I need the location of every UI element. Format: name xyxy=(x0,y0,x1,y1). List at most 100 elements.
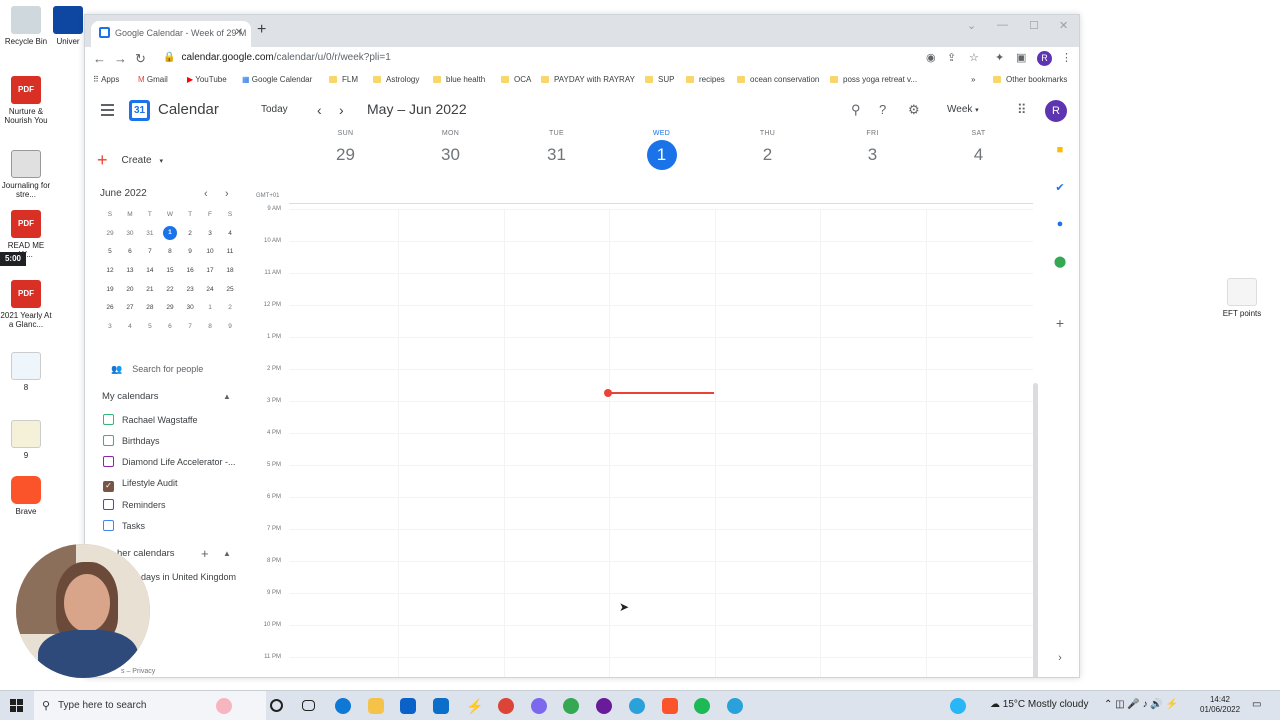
mini-day[interactable]: 29 xyxy=(160,298,180,317)
mini-day[interactable]: 7 xyxy=(180,317,200,336)
profile-avatar[interactable]: R xyxy=(1037,51,1052,66)
calendar-item[interactable]: ✓ Lifestyle Audit xyxy=(103,478,178,492)
add-addon-icon[interactable]: + xyxy=(1053,315,1067,331)
mini-day[interactable]: 18 xyxy=(220,261,240,280)
mini-day[interactable]: 3 xyxy=(200,224,220,243)
day-header[interactable]: THU 2 xyxy=(715,130,820,170)
widget-icon[interactable] xyxy=(216,698,232,714)
telegram-icon[interactable] xyxy=(727,698,743,714)
desktop-icon-recycle-bin[interactable]: Recycle Bin xyxy=(0,6,52,46)
bookmark-star-icon[interactable]: ☆ xyxy=(969,51,979,64)
maximize-button[interactable]: ☐ xyxy=(1029,19,1039,32)
mini-day[interactable]: 9 xyxy=(180,243,200,262)
bookmark-folder[interactable]: SUP xyxy=(645,75,674,84)
store-icon[interactable] xyxy=(400,698,416,714)
spotify-icon[interactable] xyxy=(694,698,710,714)
mini-day[interactable]: 8 xyxy=(200,317,220,336)
telegram-icon[interactable] xyxy=(629,698,645,714)
day-header-today[interactable]: WED 1 xyxy=(609,130,714,170)
account-avatar[interactable]: R xyxy=(1045,100,1067,122)
bookmarks-overflow-icon[interactable]: » xyxy=(971,75,975,84)
mini-day[interactable]: 24 xyxy=(200,280,220,299)
url-field[interactable]: 🔒 calendar.google.com/calendar/u/0/r/week… xyxy=(163,52,391,63)
bookmark-gmail[interactable]: M Gmail xyxy=(138,75,168,84)
chevron-up-icon[interactable]: ▲ xyxy=(223,549,231,558)
contacts-icon[interactable]: ● xyxy=(1053,218,1067,230)
close-tab-icon[interactable]: ✕ xyxy=(235,21,243,45)
mini-day[interactable]: 26 xyxy=(100,298,120,317)
mini-day[interactable]: 20 xyxy=(120,280,140,299)
more-menu-icon[interactable]: ⋮ xyxy=(1061,51,1072,64)
mini-day[interactable]: 30 xyxy=(120,224,140,243)
my-calendars-title[interactable]: My calendars xyxy=(102,391,159,402)
add-calendar-icon[interactable]: + xyxy=(201,546,209,561)
edge-icon[interactable] xyxy=(335,698,351,714)
mini-day[interactable]: 21 xyxy=(140,280,160,299)
tasks-icon[interactable]: ✔ xyxy=(1053,181,1067,194)
close-window-button[interactable]: ✕ xyxy=(1059,19,1068,32)
mini-day[interactable]: 28 xyxy=(140,298,160,317)
day-header[interactable]: SAT 4 xyxy=(926,130,1031,170)
bookmark-folder[interactable]: blue health xyxy=(433,75,485,84)
scrollbar[interactable] xyxy=(1033,383,1038,677)
mini-day[interactable]: 11 xyxy=(220,243,240,262)
desktop-icon-brave[interactable]: Brave xyxy=(0,476,52,516)
mini-day[interactable]: 4 xyxy=(220,224,240,243)
day-header[interactable]: MON 30 xyxy=(398,130,503,170)
mini-day-selected[interactable]: 1 xyxy=(160,224,180,243)
mini-day[interactable]: 13 xyxy=(120,261,140,280)
eye-icon[interactable]: ◉ xyxy=(926,51,936,64)
help-app-icon[interactable] xyxy=(950,698,966,714)
calendar-item[interactable]: Birthdays xyxy=(103,435,160,446)
task-view-icon[interactable] xyxy=(302,700,315,711)
desktop-icon-nurture[interactable]: PDF Nurture & Nourish You xyxy=(0,76,52,125)
reload-icon[interactable]: ↻ xyxy=(135,51,146,67)
mini-day[interactable]: 5 xyxy=(140,317,160,336)
today-button[interactable]: Today xyxy=(261,104,288,115)
search-people-field[interactable]: 👥 Search for people xyxy=(111,364,203,375)
settings-gear-icon[interactable]: ⚙ xyxy=(908,102,920,118)
tab-google-calendar[interactable]: Google Calendar - Week of 29 M ✕ xyxy=(91,21,251,47)
keep-icon[interactable]: ■ xyxy=(1053,144,1067,156)
extensions-icon[interactable]: ✦ xyxy=(995,51,1004,64)
mini-day[interactable]: 5 xyxy=(100,243,120,262)
windows-start-icon[interactable] xyxy=(10,699,23,712)
minimize-button[interactable]: — xyxy=(997,19,1008,31)
mini-day[interactable]: 14 xyxy=(140,261,160,280)
main-menu-icon[interactable] xyxy=(101,104,114,119)
share-icon[interactable]: ⇪ xyxy=(947,51,956,64)
desktop-icon-journaling[interactable]: Journaling for stre... xyxy=(0,150,52,199)
desktop-icon-9[interactable]: 9 xyxy=(0,420,52,460)
mini-day[interactable]: 6 xyxy=(160,317,180,336)
back-icon[interactable]: ← xyxy=(93,51,106,66)
day-header[interactable]: TUE 31 xyxy=(504,130,609,170)
mini-day[interactable]: 31 xyxy=(140,224,160,243)
weather-widget[interactable]: ☁ 15°C Mostly cloudy xyxy=(990,699,1088,710)
desktop-icon-yearly[interactable]: PDF 2021 Yearly At a Glanc... xyxy=(0,280,52,329)
maps-icon[interactable]: ⬤ xyxy=(1053,255,1067,268)
mini-day[interactable]: 9 xyxy=(220,317,240,336)
bookmark-folder[interactable]: Astrology xyxy=(373,75,419,84)
desktop-icon-eft-points[interactable]: EFT points xyxy=(1216,278,1268,318)
calendar-item[interactable]: days in United Kingdom xyxy=(141,572,236,582)
create-button[interactable]: + Create ▾ xyxy=(97,150,163,171)
mini-day[interactable]: 8 xyxy=(160,243,180,262)
tray-icons[interactable]: ⌃ ◫ 🎤 ♪ 🔊 ⚡ xyxy=(1104,699,1178,710)
mini-day[interactable]: 12 xyxy=(100,261,120,280)
mini-day[interactable]: 22 xyxy=(160,280,180,299)
bookmark-folder[interactable]: PAYDAY with RAYRAY xyxy=(541,75,635,84)
calendar-item[interactable]: Diamond Life Accelerator -... xyxy=(103,456,236,467)
mini-day[interactable]: 30 xyxy=(180,298,200,317)
google-apps-icon[interactable]: ⠿ xyxy=(1017,102,1027,118)
new-tab-button[interactable]: + xyxy=(257,21,266,39)
mini-day[interactable]: 29 xyxy=(100,224,120,243)
bookmark-folder[interactable]: recipes xyxy=(686,75,725,84)
bookmark-folder[interactable]: ocean conservation xyxy=(737,75,819,84)
chevron-right-icon[interactable]: › xyxy=(1053,652,1067,664)
forward-icon[interactable]: → xyxy=(114,51,127,66)
mini-day[interactable]: 4 xyxy=(120,317,140,336)
notifications-icon[interactable]: ▭ xyxy=(1252,699,1261,710)
bookmark-folder[interactable]: OCA xyxy=(501,75,531,84)
tab-search-icon[interactable]: ⌄ xyxy=(967,19,976,32)
prev-week-icon[interactable]: ‹ xyxy=(317,102,322,118)
